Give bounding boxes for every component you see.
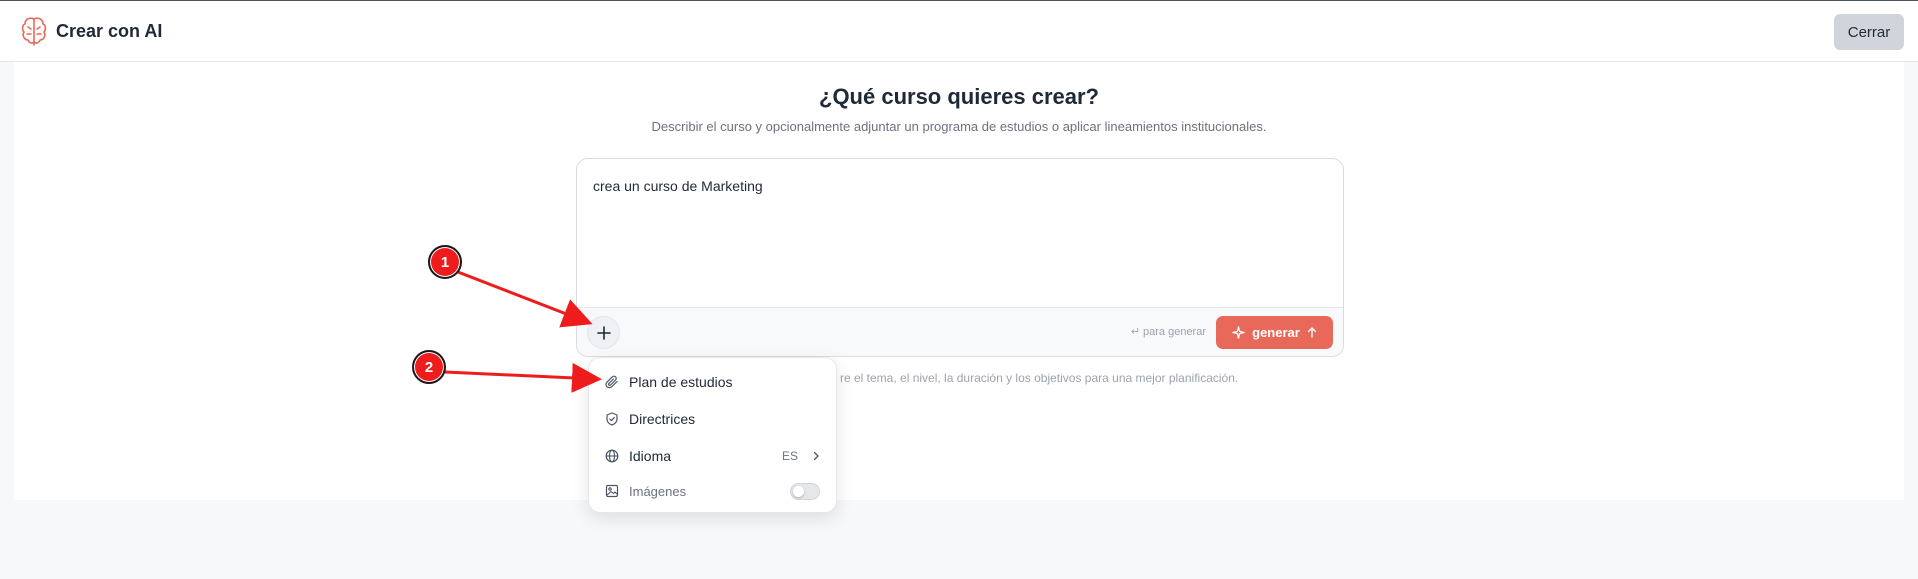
prompt-input[interactable]: crea un curso de Marketing	[593, 178, 763, 194]
arrow-up-icon	[1307, 327, 1317, 338]
brand: Crear con AI	[20, 15, 162, 47]
language-value: ES	[782, 449, 799, 463]
composer-footer: ↵ para generar generar	[577, 307, 1343, 356]
menu-item-label: Plan de estudios	[629, 374, 733, 390]
menu-item-label: Idioma	[629, 448, 672, 464]
options-menu: Plan de estudios Directrices Idioma ES I…	[588, 357, 837, 513]
images-toggle[interactable]	[790, 482, 820, 500]
enter-hint: ↵ para generar	[1130, 326, 1206, 338]
prompt-composer: crea un curso de Marketing ↵ para genera…	[576, 158, 1344, 357]
page-title: ¿Qué curso quieres crear?	[819, 84, 1099, 109]
globe-icon	[605, 449, 619, 463]
brain-icon	[21, 17, 47, 46]
plus-icon	[596, 325, 611, 340]
tip-text: re el tema, el nivel, la duración y los …	[840, 371, 1239, 385]
generate-label: generar	[1252, 325, 1300, 340]
menu-item-directrices[interactable]: Directrices	[589, 404, 836, 434]
chevron-right-icon	[813, 451, 819, 461]
add-options-button[interactable]	[587, 316, 620, 349]
menu-item-imagenes: Imágenes	[589, 476, 836, 506]
menu-item-label: Directrices	[629, 411, 696, 427]
annotation-badge-2: 2	[412, 350, 446, 384]
menu-item-label: Imágenes	[629, 483, 687, 499]
top-bar: Crear con AI Cerrar	[0, 0, 1918, 62]
close-button[interactable]: Cerrar	[1834, 14, 1904, 50]
page-subtitle: Describir el curso y opcionalmente adjun…	[651, 119, 1267, 134]
menu-item-plan-de-estudios[interactable]: Plan de estudios	[589, 367, 836, 397]
paperclip-icon	[605, 375, 618, 389]
annotation-badge-1: 1	[428, 245, 462, 279]
menu-item-idioma[interactable]: Idioma ES	[589, 441, 836, 471]
app-title: Crear con AI	[56, 20, 163, 41]
sparkle-icon	[1232, 326, 1245, 339]
generate-button[interactable]: generar	[1216, 316, 1333, 349]
toggle-knob	[793, 485, 804, 497]
image-icon	[605, 484, 619, 498]
shield-check-icon	[606, 412, 618, 426]
